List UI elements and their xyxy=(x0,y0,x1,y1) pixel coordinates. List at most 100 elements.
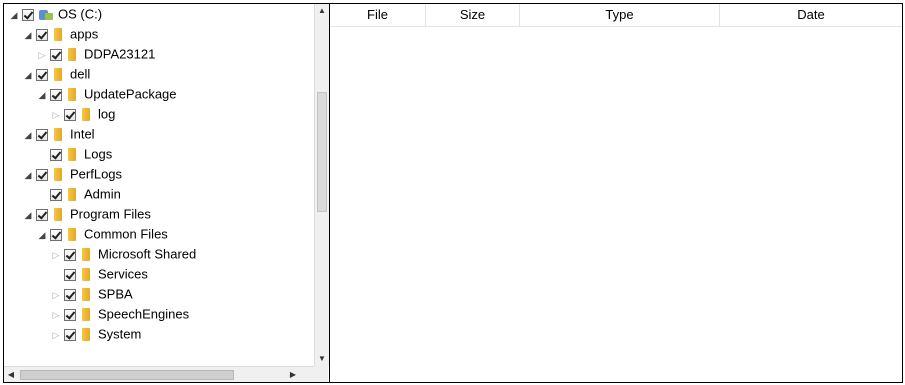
tree-item-label: Common Files xyxy=(84,226,168,242)
folder-icon xyxy=(82,268,90,282)
tree-item-checkbox[interactable] xyxy=(64,328,76,341)
folder-icon xyxy=(82,288,90,302)
horizontal-scroll-thumb[interactable] xyxy=(20,370,234,380)
folder-icon xyxy=(54,208,62,222)
folder-icon xyxy=(68,188,76,202)
file-browser-window: ◢ OS (C:) ◢ apps ▷ DDPA23121 ◢ dell ◢ UpdatePacka… xyxy=(3,3,903,383)
folder-icon xyxy=(54,128,62,142)
folder-icon xyxy=(68,148,76,162)
vertical-scroll-thumb[interactable] xyxy=(317,92,327,212)
column-header-file[interactable]: File xyxy=(330,4,426,26)
folder-icon xyxy=(54,68,62,82)
tree-item-checkbox[interactable] xyxy=(36,128,48,141)
tree-item[interactable]: ▷ log xyxy=(50,104,116,125)
drive-icon xyxy=(39,8,53,22)
tree-item-checkbox[interactable] xyxy=(50,188,62,201)
expand-arrow-icon[interactable]: ◢ xyxy=(8,5,20,25)
folder-icon xyxy=(68,48,76,62)
tree-item[interactable]: ▷ DDPA23121 xyxy=(36,44,156,65)
file-list-pane: File Size Type Date xyxy=(330,4,902,382)
collapse-arrow-icon[interactable]: ▷ xyxy=(36,45,48,65)
expand-arrow-icon[interactable]: ◢ xyxy=(22,65,34,85)
tree-item-label: log xyxy=(98,106,116,122)
scroll-down-arrow-icon[interactable]: ▼ xyxy=(315,352,329,366)
tree-item-label: SPBA xyxy=(98,286,133,302)
tree-item-label: Admin xyxy=(84,186,121,202)
collapse-arrow-icon[interactable]: ▷ xyxy=(50,285,62,305)
tree-item-label: PerfLogs xyxy=(70,166,123,182)
tree-item[interactable]: Admin xyxy=(36,184,121,204)
folder-icon xyxy=(54,28,62,42)
scrollbar-corner xyxy=(314,366,328,382)
folder-icon xyxy=(68,88,76,102)
tree-item-checkbox[interactable] xyxy=(36,208,48,221)
expand-arrow-icon[interactable]: ◢ xyxy=(22,25,34,45)
column-header-date[interactable]: Date xyxy=(720,4,902,26)
collapse-arrow-icon[interactable]: ▷ xyxy=(50,305,62,325)
folder-tree: ◢ OS (C:) ◢ apps ▷ DDPA23121 ◢ dell ◢ UpdatePacka… xyxy=(4,4,314,366)
tree-item-checkbox[interactable] xyxy=(36,168,48,181)
tree-item-checkbox[interactable] xyxy=(50,48,62,61)
tree-item-checkbox[interactable] xyxy=(64,268,76,281)
tree-item-checkbox[interactable] xyxy=(36,68,48,81)
folder-icon xyxy=(68,228,76,242)
tree-item[interactable]: ◢ apps xyxy=(22,24,99,45)
tree-item[interactable]: Services xyxy=(50,264,148,284)
tree-item-checkbox[interactable] xyxy=(64,308,76,321)
tree-item[interactable]: ◢ OS (C:) xyxy=(8,4,103,25)
tree-item-checkbox[interactable] xyxy=(64,248,76,261)
tree-item[interactable]: ▷ System xyxy=(50,324,142,345)
tree-item-checkbox[interactable] xyxy=(50,148,62,161)
tree-item-checkbox[interactable] xyxy=(22,8,34,21)
expand-arrow-icon[interactable]: ◢ xyxy=(22,125,34,145)
tree-item[interactable]: Logs xyxy=(36,144,112,164)
column-header-type[interactable]: Type xyxy=(520,4,720,26)
tree-item[interactable]: ◢ dell xyxy=(22,64,91,85)
tree-item-label: apps xyxy=(70,26,99,42)
scroll-up-arrow-icon[interactable]: ▲ xyxy=(315,4,329,18)
collapse-arrow-icon[interactable]: ▷ xyxy=(50,245,62,265)
collapse-arrow-icon[interactable]: ▷ xyxy=(50,325,62,345)
folder-icon xyxy=(82,328,90,342)
tree-item-label: SpeechEngines xyxy=(98,306,190,322)
folder-icon xyxy=(82,308,90,322)
file-table-header: File Size Type Date xyxy=(330,4,902,27)
collapse-arrow-icon[interactable]: ▷ xyxy=(50,105,62,125)
scroll-right-arrow-icon[interactable]: ▶ xyxy=(286,367,300,382)
expand-arrow-icon[interactable]: ◢ xyxy=(36,85,48,105)
tree-item-checkbox[interactable] xyxy=(64,108,76,121)
tree-item[interactable]: ◢ UpdatePackage xyxy=(36,84,177,104)
tree-item[interactable]: ◢ Common Files xyxy=(36,224,168,244)
tree-horizontal-scrollbar[interactable]: ◀ ▶ xyxy=(4,366,314,382)
tree-item-label: OS (C:) xyxy=(58,6,103,22)
tree-item[interactable]: ◢ PerfLogs xyxy=(22,164,123,185)
tree-item-label: UpdatePackage xyxy=(84,86,177,102)
expand-arrow-icon[interactable]: ◢ xyxy=(22,205,34,225)
expand-arrow-icon[interactable]: ◢ xyxy=(22,165,34,185)
tree-item-label: DDPA23121 xyxy=(84,46,156,62)
tree-item[interactable]: ▷ SpeechEngines xyxy=(50,304,190,325)
scroll-left-arrow-icon[interactable]: ◀ xyxy=(4,367,18,382)
tree-item-label: Logs xyxy=(84,146,113,162)
tree-item-label: Microsoft Shared xyxy=(98,246,197,262)
tree-item-checkbox[interactable] xyxy=(36,28,48,41)
tree-item[interactable]: ▷ SPBA xyxy=(50,284,133,304)
tree-item[interactable]: ◢ Intel xyxy=(22,124,95,144)
tree-item-label: System xyxy=(98,326,142,342)
folder-tree-pane: ◢ OS (C:) ◢ apps ▷ DDPA23121 ◢ dell ◢ UpdatePacka… xyxy=(4,4,330,382)
tree-item[interactable]: ◢ Program Files xyxy=(22,204,151,224)
tree-item-label: Intel xyxy=(70,126,95,142)
folder-icon xyxy=(54,168,62,182)
folder-icon xyxy=(82,248,90,262)
tree-item[interactable]: ▷ Microsoft Shared xyxy=(50,244,197,265)
folder-icon xyxy=(82,108,90,122)
tree-item-label: dell xyxy=(70,66,91,82)
tree-item-checkbox[interactable] xyxy=(64,288,76,301)
expand-arrow-icon[interactable]: ◢ xyxy=(36,225,48,245)
tree-item-label: Services xyxy=(98,266,148,282)
tree-vertical-scrollbar[interactable]: ▲ ▼ xyxy=(314,4,329,366)
column-header-size[interactable]: Size xyxy=(426,4,520,26)
tree-item-checkbox[interactable] xyxy=(50,88,62,101)
tree-item-checkbox[interactable] xyxy=(50,228,62,241)
tree-item-label: Program Files xyxy=(70,206,151,222)
